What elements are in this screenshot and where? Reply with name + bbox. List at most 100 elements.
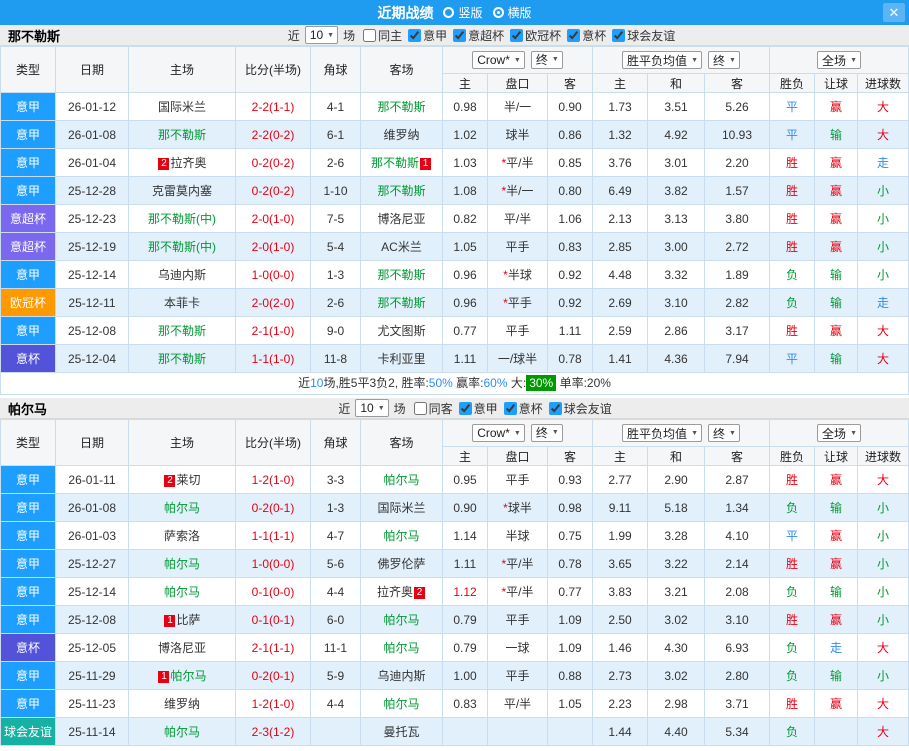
bookmaker-select[interactable]: Crow* ▼ [472,424,525,443]
league-filter-checkbox-0[interactable]: 意甲 [408,27,447,44]
away-team[interactable]: 帕尔马 [360,633,443,662]
corners: 5-4 [310,232,361,261]
match-count-select[interactable]: 10 ▼ [304,26,339,44]
home-team[interactable]: 1 比萨 [128,605,236,634]
away-team[interactable]: 拉齐奥 2 [360,577,443,606]
away-team[interactable]: 帕尔马 [360,689,443,718]
away-team[interactable]: AC米兰 [360,232,443,261]
home-team[interactable]: 帕尔马 [128,549,236,578]
same-venue-checkbox[interactable]: 同客 [413,400,453,417]
league-filter-checkbox-1[interactable]: 意杯 [503,400,543,417]
home-team[interactable]: 博洛尼亚 [128,633,236,662]
match-row: 欧冠杯 25-12-11 本菲卡 2-0(2-0) 2-6 那不勒斯 0.96 … [0,288,909,317]
checkbox[interactable] [548,401,562,415]
home-team[interactable]: 本菲卡 [128,288,236,317]
handicap: 平手 [487,316,548,345]
home-team[interactable]: 1 帕尔马 [128,661,236,690]
layout-option-vertical[interactable]: 竖版 [443,4,483,21]
away-team[interactable]: 尤文图斯 [360,316,443,345]
home-team[interactable]: 那不勒斯 [128,316,236,345]
team-name-text: 萨索洛 [163,529,200,543]
away-team[interactable]: 帕尔马 [360,605,443,634]
league-filter-checkbox-3[interactable]: 意杯 [567,27,606,44]
result-handicap: 走 [814,633,859,662]
away-team[interactable]: 帕尔马 [360,465,443,494]
corners: 4-4 [310,689,361,718]
home-team[interactable]: 乌迪内斯 [128,260,236,289]
away-team[interactable]: 那不勒斯 [360,288,443,317]
bookmaker-select[interactable]: Crow* ▼ [472,51,525,70]
checkbox[interactable] [567,28,581,42]
league-filter-checkbox-1[interactable]: 意超杯 [453,27,504,44]
checkbox[interactable] [510,28,524,42]
home-team[interactable]: 那不勒斯(中) [128,232,236,261]
home-team[interactable]: 那不勒斯(中) [128,204,236,233]
result-outcome: 胜 [769,689,816,718]
match-row: 意甲 25-12-28 克雷莫内塞 0-2(0-2) 1-10 那不勒斯 1.0… [0,176,909,205]
checkbox[interactable] [453,28,467,42]
chevron-down-icon: ▼ [691,429,698,437]
checkbox[interactable] [458,401,472,415]
team-name-text: 维罗纳 [383,128,420,142]
checkbox[interactable] [363,28,377,42]
home-team[interactable]: 那不勒斯 [128,344,236,373]
away-team[interactable]: 博洛尼亚 [360,204,443,233]
checkbox[interactable] [612,28,626,42]
euro-avg-select[interactable]: 胜平负均值 ▼ [622,51,702,69]
home-team[interactable]: 萨索洛 [128,521,236,550]
euro-final-select[interactable]: 终 ▼ [708,51,740,69]
away-team[interactable]: 维罗纳 [360,120,443,149]
home-team[interactable]: 维罗纳 [128,689,236,718]
checkbox[interactable] [503,401,517,415]
match-date: 25-12-11 [55,288,129,317]
summary-segment: 单率:20% [556,376,611,390]
subcol-2: 客 [547,446,593,466]
asia-home-odds: 0.79 [442,605,488,634]
home-team[interactable]: 2 拉齐奥 [128,148,236,177]
home-team[interactable]: 国际米兰 [128,92,236,121]
asia-final-select[interactable]: 终 ▼ [530,423,563,442]
corners [310,717,361,746]
handicap: *半球 [487,260,548,289]
asia-away-odds: 0.80 [547,176,593,205]
asia-final-select[interactable]: 终 ▼ [530,50,563,69]
away-team[interactable]: 佛罗伦萨 [360,549,443,578]
euro-final-select[interactable]: 终 ▼ [708,424,740,442]
result-goals: 小 [857,204,909,233]
euro-draw-odds: 3.82 [647,176,705,205]
league-filter-checkbox-2[interactable]: 球会友谊 [548,400,612,417]
away-team[interactable]: 那不勒斯 1 [360,148,443,177]
result-outcome: 负 [769,260,816,289]
home-team[interactable]: 2 莱切 [128,465,236,494]
home-team[interactable]: 帕尔马 [128,493,236,522]
layout-option-horizontal-label: 横版 [507,6,532,20]
away-team[interactable]: 那不勒斯 [360,92,443,121]
away-team[interactable]: 国际米兰 [360,493,443,522]
corners: 11-8 [310,344,361,373]
away-team[interactable]: 那不勒斯 [360,260,443,289]
match-date: 26-01-04 [55,148,129,177]
match-count-select[interactable]: 10 ▼ [355,399,389,417]
away-team[interactable]: 乌迪内斯 [360,661,443,690]
home-team[interactable]: 帕尔马 [128,577,236,606]
euro-avg-select[interactable]: 胜平负均值 ▼ [622,424,702,442]
league-filter-checkbox-0[interactable]: 意甲 [458,400,498,417]
away-team[interactable]: 帕尔马 [360,521,443,550]
league-filter-checkbox-4[interactable]: 球会友谊 [612,27,675,44]
result-outcome: 平 [769,120,816,149]
checkbox[interactable] [408,28,422,42]
away-team[interactable]: 曼托瓦 [360,717,443,746]
same-venue-checkbox[interactable]: 同主 [363,27,402,44]
scope-select[interactable]: 全场 ▼ [817,51,861,69]
layout-option-horizontal[interactable]: 横版 [492,4,532,21]
league-filter-checkbox-2[interactable]: 欧冠杯 [510,27,561,44]
away-team[interactable]: 卡利亚里 [360,344,443,373]
home-team[interactable]: 帕尔马 [128,717,236,746]
away-team[interactable]: 那不勒斯 [360,176,443,205]
close-button[interactable]: ✕ [883,3,905,22]
scope-select[interactable]: 全场 ▼ [817,424,861,442]
home-team[interactable]: 那不勒斯 [128,120,236,149]
match-row: 意甲 25-11-29 1 帕尔马 0-2(0-1) 5-9 乌迪内斯 1.00 … [0,661,909,690]
home-team[interactable]: 克雷莫内塞 [128,176,236,205]
checkbox[interactable] [413,401,427,415]
